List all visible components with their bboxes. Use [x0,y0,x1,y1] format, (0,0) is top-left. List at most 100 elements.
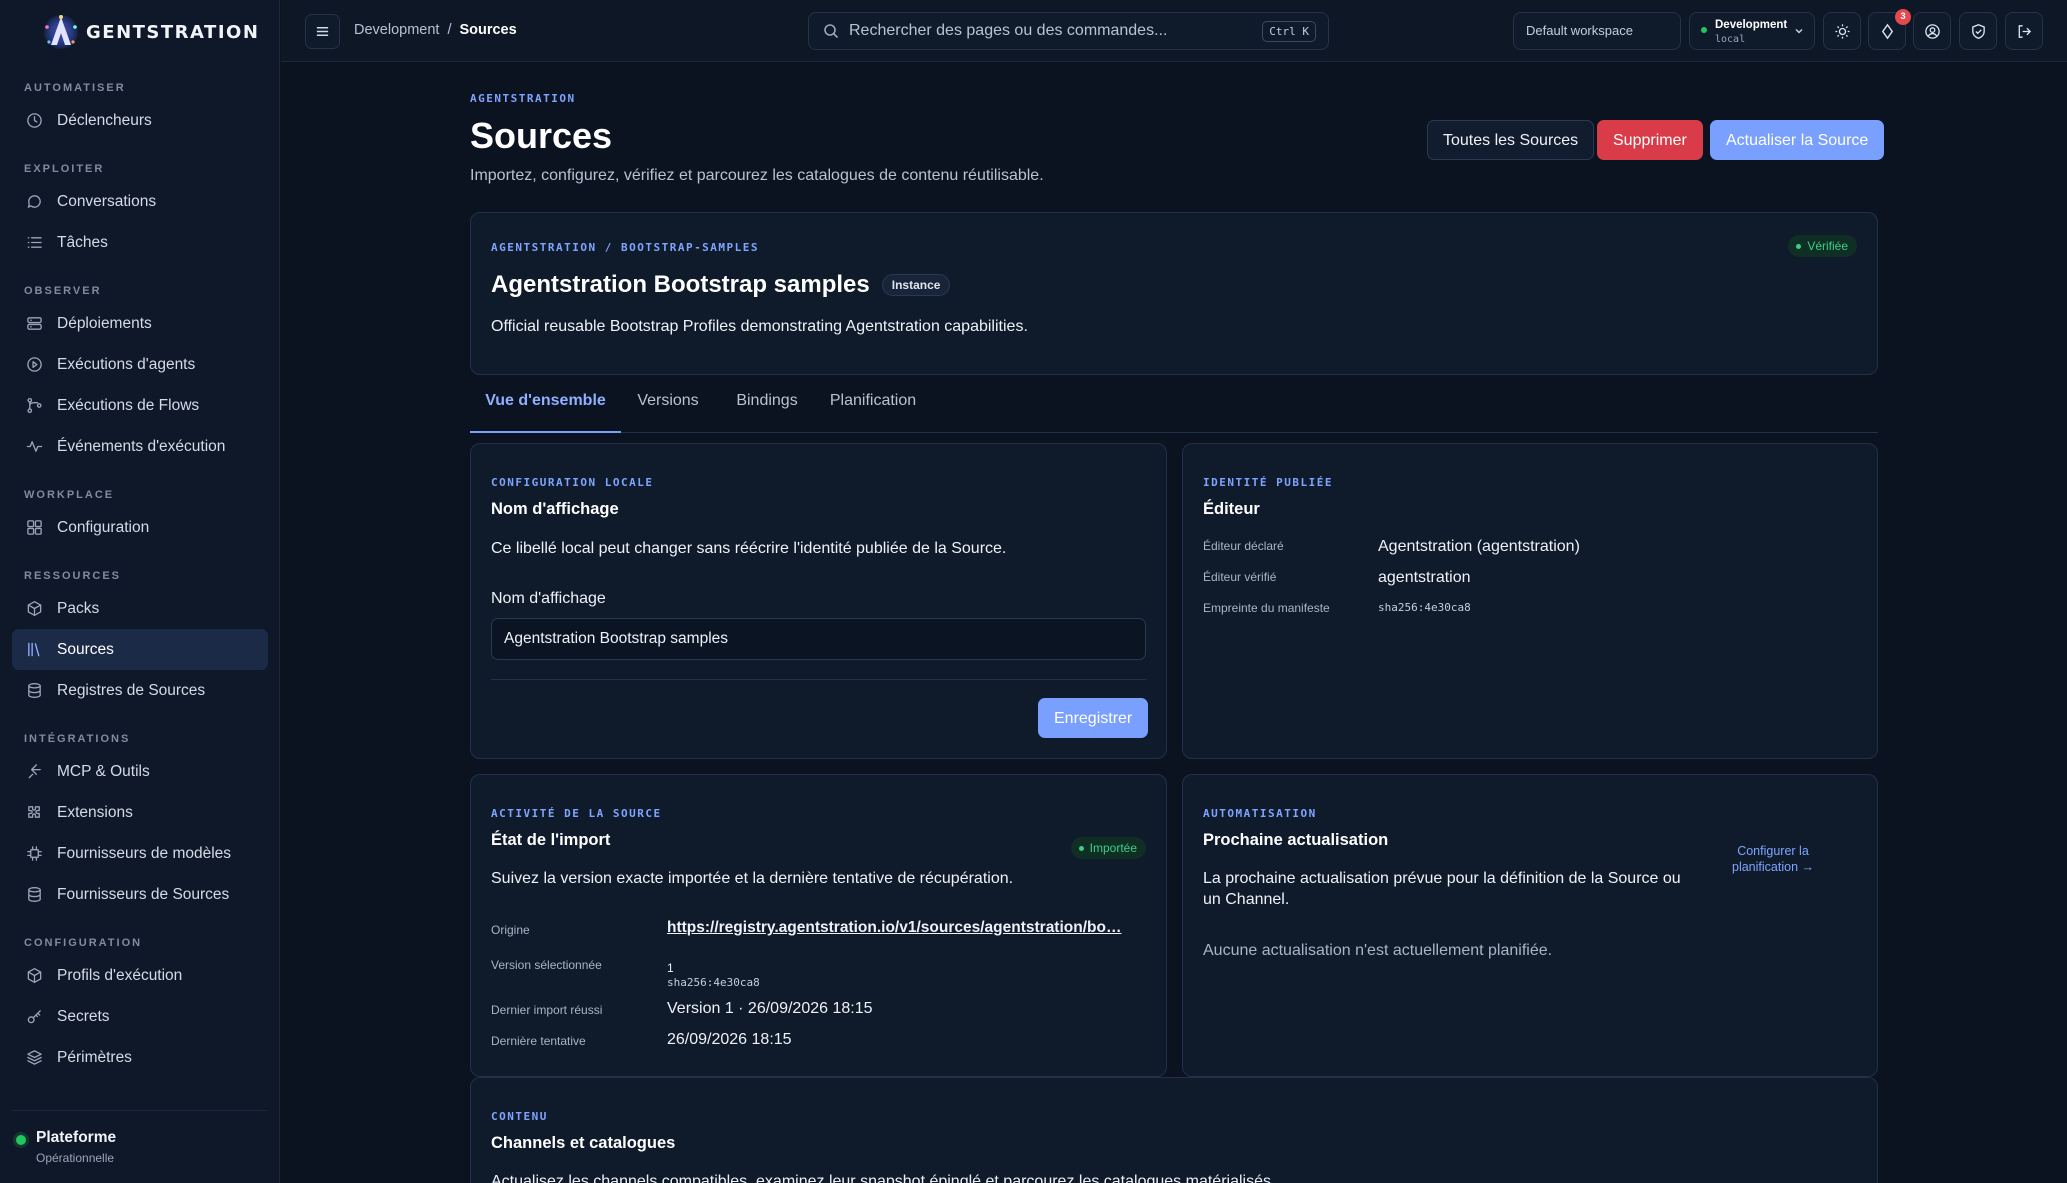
sidebar-item-packs[interactable]: Packs [12,588,268,629]
sidebar-item-sources[interactable]: Sources [12,629,268,670]
search-shortcut: Ctrl K [1262,21,1316,42]
automation-title: Prochaine actualisation [1203,831,1389,849]
source-path: AGENTSTRATION / BOOTSTRAP-SAMPLES [491,241,760,254]
verified-badge: Vérifiée [1788,235,1857,257]
sidebar-item-label: Sources [57,640,114,658]
verified-publisher-value: agentstration [1378,569,1471,586]
workspace-selector[interactable]: Default workspace [1513,12,1681,50]
origin-link[interactable]: https://registry.agentstration.io/v1/sou… [667,919,1121,937]
sidebar-item-deploiements[interactable]: Déploiements [12,303,268,344]
nav-section-title: WORKPLACE [24,489,115,501]
last-success-value: Version 1 · 26/09/2026 18:15 [667,1000,873,1017]
sidebar-item-label: Packs [57,599,100,617]
sidebar-item-extensions[interactable]: Extensions [12,792,268,833]
published-identity-card: IDENTITÉ PUBLIÉE Éditeur Éditeur déclaré… [1182,443,1878,759]
sidebar-item-label: Exécutions d'agents [57,355,196,373]
menu-toggle-button[interactable] [305,14,340,49]
tab-planning[interactable]: Planification [828,375,918,433]
sidebar-item-declencheurs[interactable]: Déclencheurs [12,100,268,141]
key-icon [27,1010,41,1024]
notifications-button[interactable]: 3 [1868,9,1911,50]
package-icon [27,601,42,616]
environment-selector[interactable]: Development local [1689,12,1815,50]
breadcrumb-parent[interactable]: Development [354,22,439,38]
chat-icon [27,195,41,208]
configure-planning-link[interactable]: Configurer la planification → [1723,843,1823,875]
verified-dot [1796,243,1802,249]
platform-status-text: Opérationnelle [36,1151,115,1165]
save-button[interactable]: Enregistrer [1038,698,1149,738]
tab-versions[interactable]: Versions [636,375,700,433]
origin-label: Origine [491,923,530,937]
local-config-description: Ce libellé local peut changer sans réécr… [491,540,1007,557]
logo-text: GENTSTRATION [86,21,260,43]
platform-status[interactable]: Plateforme Opérationnelle [12,1110,267,1165]
activity-description: Suivez la version exacte importée et la … [491,870,1014,887]
shield-check-icon [1971,23,1985,39]
local-config-eyebrow: CONFIGURATION LOCALE [491,476,654,489]
tab-bindings[interactable]: Bindings [734,375,800,433]
page-title: Sources [470,115,613,156]
sidebar-item-evenements-d-execution[interactable]: Événements d'exécution [12,426,268,467]
diamond-icon [1881,23,1893,39]
sidebar-item-fournisseurs-de-modeles[interactable]: Fournisseurs de modèles [12,833,268,874]
sidebar-item-taches[interactable]: Tâches [12,222,268,263]
grid-icon [27,520,42,535]
platform-name: Plateforme [36,1129,117,1146]
manifest-fingerprint-value: sha256:4e30ca8 [1378,601,1471,614]
chevron-down-icon [1795,28,1803,34]
sidebar-item-label: Conversations [57,192,157,210]
breadcrumb: Development / Sources [354,22,517,38]
verified-publisher-label: Éditeur vérifié [1203,570,1277,584]
tab-overview[interactable]: Vue d'ensemble [470,375,621,433]
sidebar-item-label: Fournisseurs de Sources [57,885,230,903]
sidebar-item-executions-d-agents[interactable]: Exécutions d'agents [12,344,268,385]
selected-version-link[interactable]: 1 [667,961,674,975]
sidebar-item-registres-de-sources[interactable]: Registres de Sources [12,670,268,711]
sidebar-item-label: Tâches [57,233,108,251]
security-button[interactable] [1959,12,1997,50]
last-success-label: Dernier import réussi [491,1003,603,1017]
nav-section-title: CONFIGURATION [24,937,143,949]
content-eyebrow: CONTENU [491,1110,548,1123]
app-logo[interactable]: GENTSTRATION [40,12,259,52]
sidebar-item-conversations[interactable]: Conversations [12,181,268,222]
library-icon [28,642,40,657]
sidebar-item-mcp-outils[interactable]: MCP & Outils [12,751,268,792]
delete-button[interactable]: Supprimer [1597,120,1703,160]
plug-icon [28,764,41,779]
declared-publisher-label: Éditeur déclaré [1203,539,1284,553]
cpu-icon [27,846,42,861]
sidebar-item-executions-de-flows[interactable]: Exécutions de Flows [12,385,268,426]
logout-icon [2018,24,2031,38]
sidebar-item-label: Périmètres [57,1048,132,1066]
sidebar-item-perimetres[interactable]: Périmètres [12,1037,268,1078]
sun-icon [1834,23,1850,39]
search-bar[interactable]: Ctrl K [808,12,1329,50]
page-subtitle: Importez, configurez, vérifiez et parcou… [470,167,1044,184]
manifest-fingerprint-label: Empreinte du manifeste [1203,601,1330,615]
sidebar-item-label: Configuration [57,518,150,536]
activity-icon [26,441,43,452]
activity-title: État de l'import [491,831,611,849]
refresh-source-button[interactable]: Actualiser la Source [1710,120,1885,160]
account-button[interactable] [1913,12,1951,50]
content-description: Actualisez les channels compatibles, exa… [491,1173,1276,1183]
published-identity-eyebrow: IDENTITÉ PUBLIÉE [1203,476,1333,489]
logout-button[interactable] [2005,12,2043,50]
play-circle-icon [27,357,42,372]
source-header-card: AGENTSTRATION / BOOTSTRAP-SAMPLES Agents… [470,212,1878,375]
sidebar-item-configuration[interactable]: Configuration [12,507,268,548]
sidebar-item-fournisseurs-de-sources[interactable]: Fournisseurs de Sources [12,874,268,915]
breadcrumb-current: Sources [459,22,517,38]
selected-version-label: Version sélectionnée [491,958,602,972]
automation-description: La prochaine actualisation prévue pour l… [1203,870,1681,908]
theme-toggle-button[interactable] [1823,12,1861,50]
all-sources-button[interactable]: Toutes les Sources [1427,120,1595,160]
search-input[interactable] [849,22,1249,40]
sidebar-item-secrets[interactable]: Secrets [12,996,268,1037]
display-name-field[interactable] [491,618,1146,660]
automation-card: AUTOMATISATION Prochaine actualisation L… [1182,774,1878,1077]
menu-icon [316,27,329,36]
sidebar-item-profils-d-execution[interactable]: Profils d'exécution [12,955,268,996]
